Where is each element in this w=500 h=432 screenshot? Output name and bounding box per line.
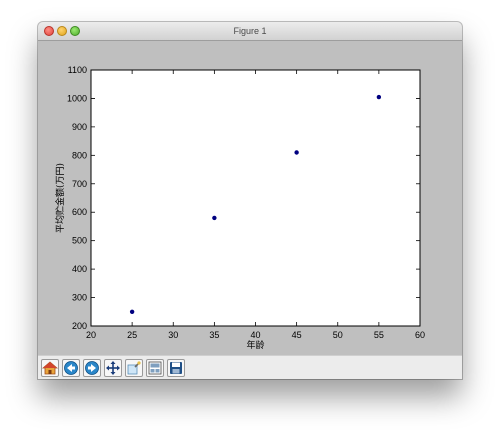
x-tick-label: 30 [168,330,178,340]
y-tick-label: 900 [72,122,87,132]
x-tick-label: 45 [292,330,302,340]
zoom-button[interactable] [125,359,143,377]
save-button[interactable] [167,359,185,377]
data-point [376,94,382,100]
y-tick-label: 500 [72,236,87,246]
configure-subplots-button[interactable] [146,359,164,377]
y-tick-label: 1000 [67,93,87,103]
axes-background [90,69,421,327]
home-icon [42,361,58,375]
title-bar[interactable]: Figure 1 [38,22,462,41]
y-tick-label: 800 [72,150,87,160]
pan-button[interactable] [104,359,122,377]
save-icon [170,362,182,374]
y-tick-label: 600 [72,207,87,217]
x-tick-label: 25 [127,330,137,340]
zoom-icon [127,361,141,375]
y-tick-label: 200 [72,321,87,331]
home-button[interactable] [41,359,59,377]
x-tick-label: 40 [250,330,260,340]
y-tick-label: 1100 [68,65,87,75]
data-point [129,309,135,314]
y-tick-label: 400 [72,264,87,274]
x-tick-label: 50 [333,330,343,340]
figure-canvas[interactable]: 20 25 30 35 40 45 50 55 60 200 300 400 500 600 700 800… [38,41,462,355]
x-tick-label: 35 [209,330,219,340]
data-point [212,215,217,221]
scatter-chart: 20 25 30 35 40 45 50 55 60 200 300 400 500 600 700 800… [54,65,425,351]
data-point [294,150,299,155]
x-tick-label: 60 [415,330,425,340]
forward-button[interactable] [83,359,101,377]
arrow-left-icon [64,361,78,375]
window-title: Figure 1 [233,26,267,36]
arrow-right-icon [85,361,99,375]
navigation-toolbar [38,355,462,379]
x-axis-label: 年龄 [246,339,264,351]
x-tick-label: 55 [374,330,384,340]
y-axis-label: 平均贮金额(万円) [54,163,66,233]
move-icon [106,361,120,375]
configure-subplots-icon [148,361,162,375]
y-tick-label: 300 [72,293,87,303]
back-button[interactable] [62,359,80,377]
figure-window: Figure 1 20 25 30 35 40 45 50 55 60 200 300 400 500… [38,22,462,379]
y-tick-label: 700 [72,179,87,189]
x-tick-label: 20 [86,330,96,340]
